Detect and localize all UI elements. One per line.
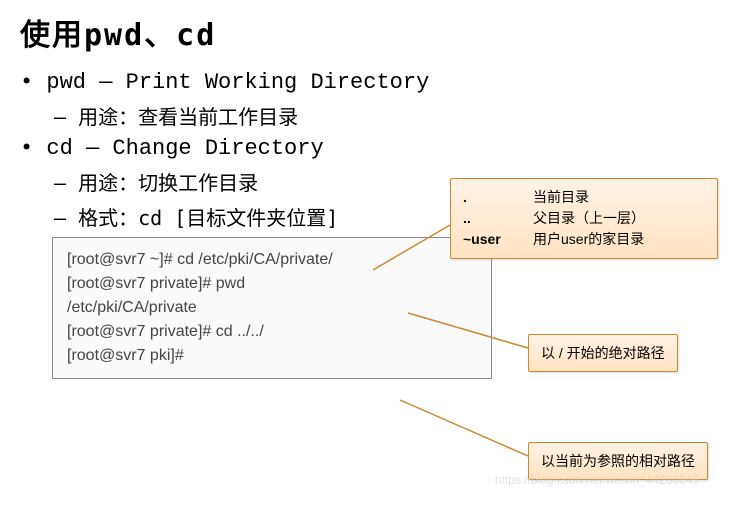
bullet-pwd-usage: 用途：查看当前工作目录 [54,101,719,130]
terminal-line: [root@svr7 private]# cd ../../ [67,320,477,344]
bullet-cd: cd — Change Directory [20,136,719,161]
terminal-line: [root@svr7 private]# pwd [67,272,477,296]
path-key: ~user [463,229,533,250]
slide-title: 使用pwd、cd [20,10,719,54]
path-key: . [463,187,533,208]
terminal-line: [root@svr7 ~]# cd /etc/pki/CA/private/ [67,248,477,272]
terminal-line: [root@svr7 pki]# [67,344,477,368]
path-key: .. [463,208,533,229]
watermark: https://blog.csdn.net/weixin_44200645 [495,473,699,487]
terminal-output: [root@svr7 ~]# cd /etc/pki/CA/private/ [… [52,237,492,379]
path-desc: 父目录（上一层） [533,208,645,229]
path-desc: 用户user的家目录 [533,229,644,250]
callout-special-paths: . 当前目录 .. 父目录（上一层） ~user 用户user的家目录 [450,178,718,259]
bullet-pwd: pwd — Print Working Directory [20,70,719,95]
terminal-line: /etc/pki/CA/private [67,296,477,320]
path-desc: 当前目录 [533,187,589,208]
callout-absolute-path: 以 / 开始的绝对路径 [528,334,678,372]
